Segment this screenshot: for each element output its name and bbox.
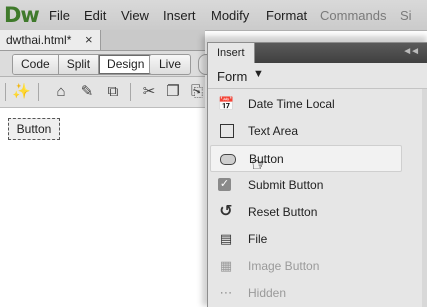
reset-icon: ↺ <box>219 203 233 220</box>
copy-icon[interactable]: ❐ <box>164 83 182 101</box>
menu-insert[interactable]: Insert <box>163 8 196 23</box>
toolbar-divider <box>130 83 131 101</box>
save-all-icon[interactable]: ⧉ <box>104 83 122 101</box>
insert-item-label: File <box>248 232 268 246</box>
dreamweaver-logo: Dw <box>4 3 40 27</box>
insert-item-hidden[interactable]: ⋯ Hidden <box>210 280 400 305</box>
view-toolbar: Code Split Design Live <box>0 51 214 77</box>
menu-commands[interactable]: Commands <box>320 8 386 23</box>
hidden-field-icon: ⋯ <box>219 285 233 300</box>
insert-item-button[interactable]: Button <box>210 145 402 172</box>
insert-item-label: Date Time Local <box>248 97 335 111</box>
view-mode-group: Code Split Design <box>12 54 154 75</box>
calendar-clock-icon: 📅 <box>218 96 235 111</box>
menu-site[interactable]: Si <box>400 8 412 23</box>
code-view-button[interactable]: Code <box>13 55 59 74</box>
insert-item-text-area[interactable]: Text Area <box>210 118 400 143</box>
insert-item-label: Reset Button <box>248 205 318 219</box>
category-dropdown[interactable]: Form ▼ <box>208 64 427 89</box>
button-icon <box>220 154 236 165</box>
insert-item-label: Text Area <box>248 124 299 138</box>
insert-item-label: Submit Button <box>248 178 324 192</box>
insert-item-label: Image Button <box>248 259 320 273</box>
design-view-button[interactable]: Design <box>99 55 153 74</box>
common-toolbar: ✨ ⌂ ✎ ⧉ ✂ ❐ ⎘ <box>0 77 205 108</box>
edit-document-icon[interactable]: ✎ <box>78 83 96 101</box>
document-tab-label: dwthai.html* <box>6 33 72 47</box>
insert-item-submit-button[interactable]: ✓ Submit Button <box>210 172 400 197</box>
live-view-button[interactable]: Live <box>149 54 192 75</box>
menu-view[interactable]: View <box>121 8 149 23</box>
checkbox-icon: ✓ <box>218 178 231 191</box>
menu-bar: Dw File Edit View Insert Modify Format C… <box>0 0 427 31</box>
insert-item-file[interactable]: ▤ File <box>210 226 400 251</box>
panel-scrollbar[interactable] <box>422 89 427 307</box>
split-view-button[interactable]: Split <box>58 55 100 74</box>
toolbar-divider <box>5 83 6 101</box>
file-icon: ▤ <box>219 231 233 246</box>
menu-edit[interactable]: Edit <box>84 8 106 23</box>
document-tab[interactable]: dwthai.html* × <box>0 30 101 50</box>
insert-panel: Insert ◄◄ Form ▼ 📅 Date Time Local Text … <box>207 42 427 307</box>
inserted-button[interactable]: Button <box>8 118 60 140</box>
image-button-icon: ▦ <box>219 258 233 273</box>
hand-cursor-icon: ☞ <box>251 155 269 176</box>
panel-grip-icon[interactable]: ◄◄ <box>402 46 420 57</box>
home-icon[interactable]: ⌂ <box>52 83 70 101</box>
cut-icon[interactable]: ✂ <box>140 83 158 101</box>
document-tab-strip: dwthai.html* × <box>0 30 205 51</box>
textarea-icon <box>220 124 234 138</box>
new-document-icon[interactable]: ✨ <box>12 83 31 101</box>
menu-format[interactable]: Format <box>266 8 307 23</box>
menu-file[interactable]: File <box>49 8 70 23</box>
insert-item-reset-button[interactable]: ↺ Reset Button <box>210 199 400 224</box>
menu-modify[interactable]: Modify <box>211 8 249 23</box>
close-icon[interactable]: × <box>85 32 93 47</box>
panel-tab-insert[interactable]: Insert <box>208 43 255 63</box>
category-label: Form <box>217 69 248 84</box>
chevron-down-icon: ▼ <box>253 68 264 80</box>
panel-title-bar[interactable]: Insert ◄◄ <box>208 43 427 63</box>
toolbar-divider <box>38 83 39 101</box>
insert-item-image-button[interactable]: ▦ Image Button <box>210 253 400 278</box>
insert-item-label: Hidden <box>248 286 287 300</box>
insert-item-date-time-local[interactable]: 📅 Date Time Local <box>210 91 400 116</box>
